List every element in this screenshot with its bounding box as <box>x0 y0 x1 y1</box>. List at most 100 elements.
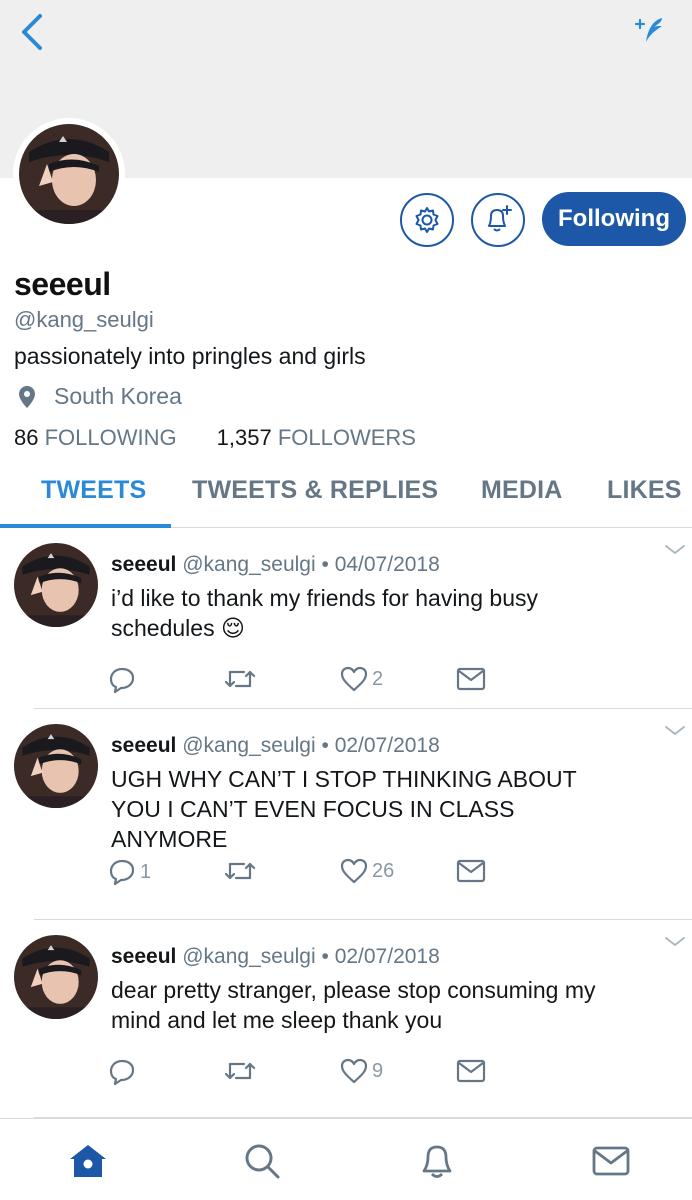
direct-message-icon <box>456 859 486 883</box>
following-label: FOLLOWING <box>44 425 177 450</box>
search-icon <box>245 1144 280 1179</box>
tweet-author-name[interactable]: seeeul <box>111 945 176 968</box>
tweet-avatar[interactable] <box>14 724 98 808</box>
tweet-text-line: YOU I CAN’T EVEN FOCUS IN CLASS <box>111 796 515 822</box>
location-text: South Korea <box>54 383 182 409</box>
chevron-down-icon <box>665 545 685 554</box>
tweet-text-line: i’d like to thank my friends for having … <box>111 585 538 611</box>
tweet-header: seeeul @kang_seulgi • 04/07/2018 <box>111 553 440 577</box>
tweet-actions: 1 26 <box>108 858 508 888</box>
reply-icon <box>109 859 135 886</box>
chevron-down-icon <box>665 937 685 946</box>
tweet-dot-separator: • <box>321 553 329 576</box>
home-icon <box>70 1145 106 1177</box>
chevron-down-icon <box>665 726 685 735</box>
dm-share-button[interactable] <box>456 1058 486 1084</box>
avatar-image <box>19 124 119 224</box>
heart-icon <box>340 666 368 692</box>
location-pin-icon <box>19 385 35 408</box>
retweet-icon <box>224 670 256 688</box>
like-button[interactable]: 26 <box>340 858 394 884</box>
tweet-menu-button[interactable] <box>664 724 686 738</box>
profile-handle: @kang_seulgi <box>14 307 154 332</box>
tab-tweets-replies[interactable]: TWEETS & REPLIES <box>192 476 438 505</box>
bottom-navigation <box>0 1118 692 1200</box>
tweet-text-line: dear pretty stranger, please stop consum… <box>111 977 596 1003</box>
tweet-text: i’d like to thank my friends for having … <box>111 583 671 643</box>
like-count: 9 <box>372 1059 384 1082</box>
nav-search[interactable] <box>240 1139 284 1183</box>
avatar-image <box>14 724 98 808</box>
dm-share-button[interactable] <box>456 858 486 884</box>
retweet-button[interactable] <box>224 858 260 884</box>
tab-media[interactable]: MEDIA <box>481 476 563 505</box>
bell-icon <box>422 1145 452 1178</box>
tweet-author-handle: @kang_seulgi <box>182 734 316 757</box>
reply-button[interactable]: 1 <box>108 858 151 886</box>
tweet-header: seeeul @kang_seulgi • 02/07/2018 <box>111 734 440 758</box>
tweet-avatar[interactable] <box>14 935 98 1019</box>
tweet-date: 04/07/2018 <box>334 553 440 576</box>
feather-plus-icon <box>634 18 662 42</box>
tweet-menu-button[interactable] <box>664 935 686 949</box>
tweet-dot-separator: • <box>321 734 329 757</box>
notifications-toggle-button[interactable] <box>471 193 525 247</box>
avatar-image <box>14 543 98 627</box>
reply-icon <box>109 1059 135 1086</box>
profile-bio: passionately into pringles and girls <box>14 343 366 369</box>
reply-button[interactable] <box>108 666 140 694</box>
tab-likes[interactable]: LIKES <box>607 476 682 505</box>
tweet-author-handle: @kang_seulgi <box>182 553 316 576</box>
back-button[interactable] <box>18 12 48 52</box>
nav-messages[interactable] <box>589 1139 633 1183</box>
following-stat[interactable]: 86 FOLLOWING <box>14 425 177 451</box>
direct-message-icon <box>456 667 486 691</box>
tweet-actions: 9 <box>108 1058 508 1088</box>
gear-icon <box>415 207 439 233</box>
reply-button[interactable] <box>108 1058 140 1086</box>
tweet-avatar[interactable] <box>14 543 98 627</box>
direct-message-icon <box>456 1059 486 1083</box>
tab-tweets[interactable]: TWEETS <box>41 476 146 505</box>
tweet-divider <box>34 708 692 709</box>
like-count: 2 <box>372 667 384 690</box>
tweet-date: 02/07/2018 <box>334 945 440 968</box>
tweet-text-line: mind and let me sleep thank you <box>111 1007 443 1033</box>
heart-icon <box>340 1058 368 1084</box>
tweet-menu-button[interactable] <box>664 543 686 557</box>
followers-count: 1,357 <box>216 425 272 450</box>
tweet-text: UGH WHY CAN’T I STOP THINKING ABOUT YOU … <box>111 764 671 854</box>
like-button[interactable]: 2 <box>340 666 383 692</box>
nav-notifications[interactable] <box>415 1139 459 1183</box>
tweet-text-line: ANYMORE <box>111 826 228 852</box>
like-count: 26 <box>372 859 395 882</box>
dm-share-button[interactable] <box>456 666 486 692</box>
profile-location: South Korea <box>14 383 182 410</box>
compose-tweet-button[interactable] <box>632 14 668 46</box>
tweet-author-name[interactable]: seeeul <box>111 734 176 757</box>
following-button[interactable]: Following <box>542 192 686 246</box>
tweet-actions: 2 <box>108 666 508 696</box>
tweet-divider <box>34 919 692 920</box>
tweet-author-handle: @kang_seulgi <box>182 945 316 968</box>
following-count: 86 <box>14 425 39 450</box>
profile-stats: 86 FOLLOWING 1,357 FOLLOWERS <box>14 425 416 451</box>
profile-display-name: seeeul <box>14 266 111 302</box>
followers-label: FOLLOWERS <box>277 425 416 450</box>
tweet-text: dear pretty stranger, please stop consum… <box>111 975 671 1035</box>
active-tab-indicator <box>0 524 171 528</box>
settings-button[interactable] <box>400 193 454 247</box>
profile-tabs: TWEETS TWEETS & REPLIES MEDIA LIKES <box>0 470 692 528</box>
retweet-button[interactable] <box>224 1058 260 1084</box>
tweet-text-line: schedules 😌 <box>111 615 245 641</box>
profile-avatar[interactable] <box>13 118 125 230</box>
heart-icon <box>340 858 368 884</box>
avatar-image <box>14 935 98 1019</box>
tweet-text-line: UGH WHY CAN’T I STOP THINKING ABOUT <box>111 766 577 792</box>
tweet-author-name[interactable]: seeeul <box>111 553 176 576</box>
retweet-button[interactable] <box>224 666 260 692</box>
followers-stat[interactable]: 1,357 FOLLOWERS <box>217 425 416 451</box>
like-button[interactable]: 9 <box>340 1058 383 1084</box>
tweet-dot-separator: • <box>321 945 329 968</box>
nav-home[interactable] <box>66 1139 110 1183</box>
